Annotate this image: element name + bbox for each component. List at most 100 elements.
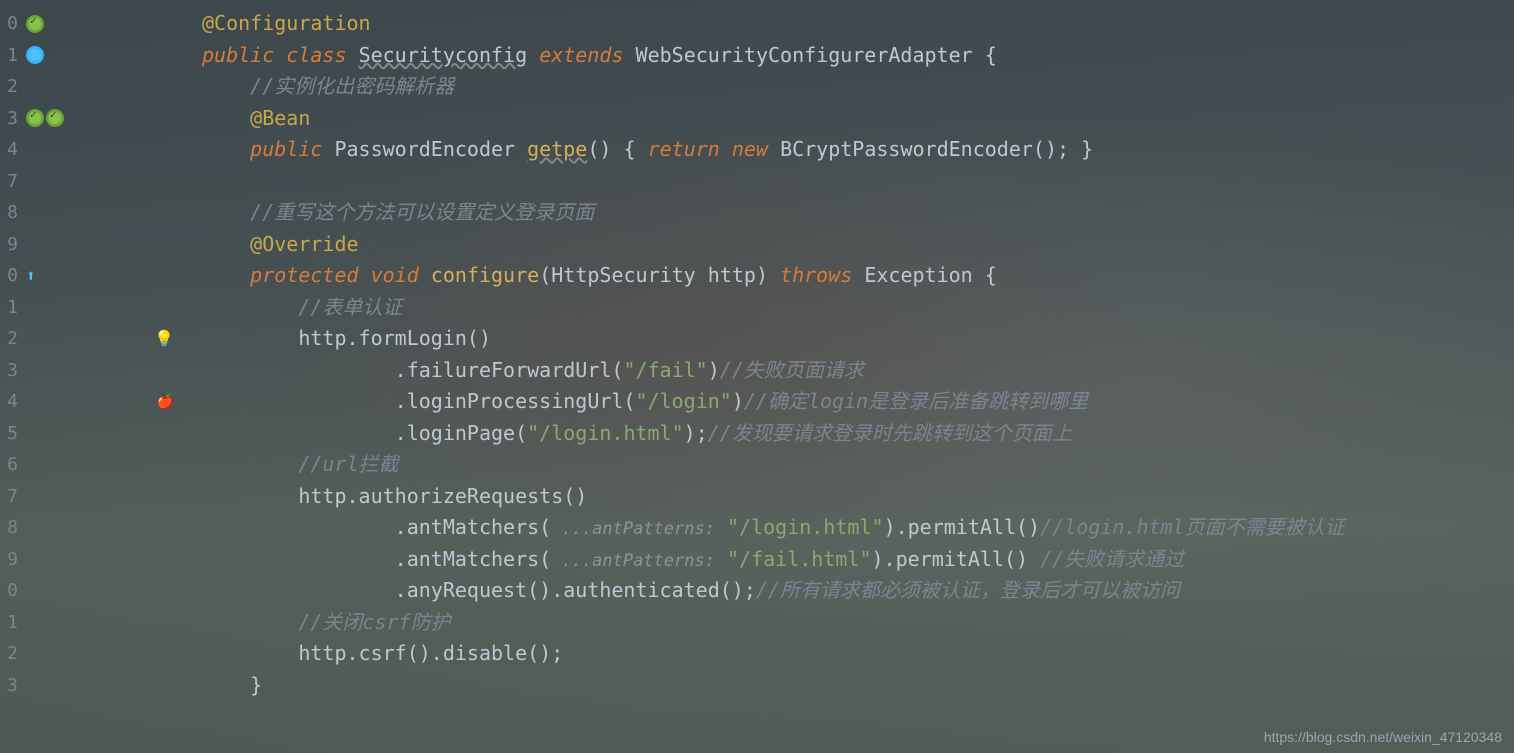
code-line[interactable]: http.authorizeRequests() — [202, 481, 1514, 513]
breakpoint-icon[interactable]: 🍎 — [157, 394, 174, 410]
return-type: PasswordEncoder — [334, 137, 515, 161]
code-line[interactable] — [202, 166, 1514, 198]
method-call: ).permitAll() — [872, 547, 1041, 571]
code-line[interactable]: .loginProcessingUrl("/login")//确定login是登… — [202, 386, 1514, 418]
annotation: @Override — [250, 232, 358, 256]
keyword: class — [286, 43, 346, 67]
annotation: @Configuration — [202, 11, 371, 35]
comment: //确定login是登录后准备跳转到哪里 — [744, 389, 1088, 413]
line-number: 8 — [0, 512, 22, 544]
line-number: 4 — [0, 386, 22, 418]
comment: //实例化出密码解析器 — [250, 74, 454, 98]
exception: Exception — [864, 263, 972, 287]
line-number: 7 — [0, 166, 22, 198]
code-line[interactable]: protected void configure(HttpSecurity ht… — [202, 260, 1514, 292]
line-number: 9 — [0, 229, 22, 261]
line-number: 0 — [0, 8, 22, 40]
method-name: configure — [431, 263, 539, 287]
brace: { — [624, 137, 636, 161]
line-number-gutter: 0 1 2 3 4 7 8 9 0 1 2 3 4 5 6 7 8 9 0 1 … — [0, 0, 22, 753]
run-icon[interactable] — [26, 109, 44, 127]
line-number: 0 — [0, 260, 22, 292]
override-icon[interactable]: ⬆ — [26, 266, 36, 285]
method-call: .anyRequest().authenticated(); — [395, 578, 756, 602]
code-line[interactable]: //重写这个方法可以设置定义登录页面 — [202, 197, 1514, 229]
brace: } — [250, 673, 262, 697]
code-line[interactable]: //关闭csrf防护 — [202, 607, 1514, 639]
method-call: .loginProcessingUrl( — [395, 389, 636, 413]
code-line[interactable]: .anyRequest().authenticated();//所有请求都必须被… — [202, 575, 1514, 607]
keyword: return — [648, 137, 720, 161]
code-line[interactable]: .antMatchers( ...antPatterns: "/login.ht… — [202, 512, 1514, 544]
line-number: 2 — [0, 638, 22, 670]
param-name: http — [708, 263, 756, 287]
line-number: 7 — [0, 481, 22, 513]
comment: //重写这个方法可以设置定义登录页面 — [250, 200, 594, 224]
method-call: .failureForwardUrl( — [395, 358, 624, 382]
param-type: HttpSecurity — [551, 263, 696, 287]
line-number: 0 — [0, 575, 22, 607]
line-number: 1 — [0, 607, 22, 639]
code-line[interactable]: //实例化出密码解析器 — [202, 71, 1514, 103]
web-icon[interactable] — [26, 46, 44, 64]
comment: //关闭csrf防护 — [298, 610, 450, 634]
keyword: protected — [250, 263, 358, 287]
string-literal: "/fail.html" — [727, 547, 872, 571]
code-content[interactable]: @Configuration public class Securityconf… — [182, 0, 1514, 753]
keyword: throws — [780, 263, 852, 287]
keyword: public — [202, 43, 274, 67]
method-call: .formLogin() — [347, 326, 492, 350]
method-call: .csrf().disable(); — [347, 641, 564, 665]
code-line[interactable]: @Bean — [202, 103, 1514, 135]
annotation: @Bean — [250, 106, 310, 130]
line-number: 3 — [0, 355, 22, 387]
paren: ) — [708, 358, 720, 382]
code-line[interactable]: .loginPage("/login.html");//发现要请求登录时先跳转到… — [202, 418, 1514, 450]
method-call: .antMatchers( — [395, 515, 552, 539]
code-line[interactable]: public class Securityconfig extends WebS… — [202, 40, 1514, 72]
line-number: 2 — [0, 323, 22, 355]
line-number: 3 — [0, 103, 22, 135]
line-number: 6 — [0, 449, 22, 481]
keyword: public — [250, 137, 322, 161]
code-line[interactable]: http.csrf().disable(); — [202, 638, 1514, 670]
code-line[interactable]: //url拦截 — [202, 449, 1514, 481]
method-call: .loginPage( — [395, 421, 527, 445]
method-call: .authorizeRequests() — [347, 484, 588, 508]
code-editor[interactable]: 0 1 2 3 4 7 8 9 0 1 2 3 4 5 6 7 8 9 0 1 … — [0, 0, 1514, 753]
code-line[interactable]: //表单认证 — [202, 292, 1514, 324]
object: http — [298, 326, 346, 350]
hint-gutter: 💡 🍎 — [82, 0, 182, 753]
line-number: 1 — [0, 40, 22, 72]
bulb-icon[interactable]: 💡 — [154, 329, 174, 348]
gutter-icons: ⬆ — [22, 0, 82, 753]
paren: ) — [732, 389, 744, 413]
code-line[interactable]: public PasswordEncoder getpe() { return … — [202, 134, 1514, 166]
watermark: https://blog.csdn.net/weixin_47120348 — [1264, 729, 1502, 745]
code-line[interactable]: @Configuration — [202, 8, 1514, 40]
paren: ); — [684, 421, 708, 445]
line-number: 8 — [0, 197, 22, 229]
param-hint: ...antPatterns: — [551, 519, 715, 539]
code-line[interactable]: http.formLogin() — [202, 323, 1514, 355]
run-icon[interactable] — [46, 109, 64, 127]
code-line[interactable]: } — [202, 670, 1514, 702]
method-call: .antMatchers( — [395, 547, 552, 571]
keyword: extends — [539, 43, 623, 67]
keyword: new — [732, 137, 768, 161]
line-number: 5 — [0, 418, 22, 450]
string-literal: "/login.html" — [727, 515, 884, 539]
param-hint: ...antPatterns: — [551, 551, 715, 571]
code-line[interactable]: .antMatchers( ...antPatterns: "/fail.htm… — [202, 544, 1514, 576]
comment: //所有请求都必须被认证，登录后才可以被访问 — [756, 578, 1180, 602]
object: http — [298, 484, 346, 508]
method-name: getpe — [527, 137, 587, 161]
object: http — [298, 641, 346, 665]
code-line[interactable]: .failureForwardUrl("/fail")//失败页面请求 — [202, 355, 1514, 387]
comment: //失败请求通过 — [1040, 547, 1184, 571]
code-line[interactable]: @Override — [202, 229, 1514, 261]
paren: ( — [539, 263, 551, 287]
constructor: BCryptPasswordEncoder(); — [780, 137, 1069, 161]
comment: //表单认证 — [298, 295, 402, 319]
run-icon[interactable] — [26, 15, 44, 33]
